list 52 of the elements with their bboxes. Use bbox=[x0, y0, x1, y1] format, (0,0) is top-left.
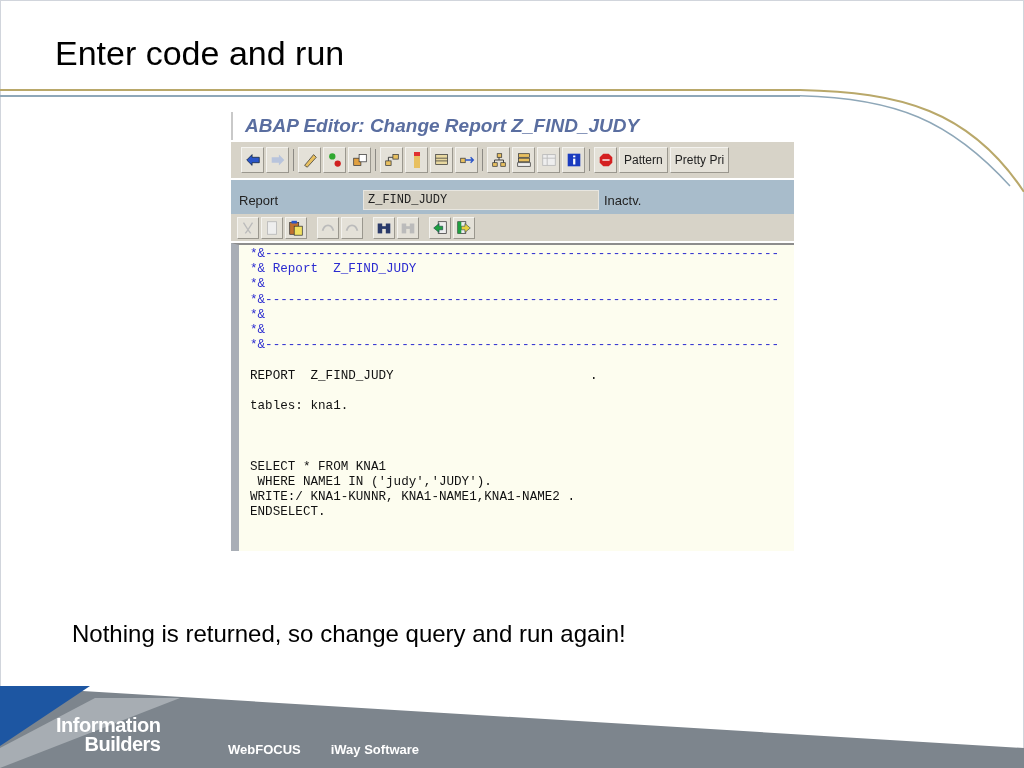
back-button[interactable] bbox=[241, 147, 264, 173]
product-name: iWay Software bbox=[330, 741, 420, 759]
code-line: SELECT * FROM KNA1 bbox=[250, 459, 388, 475]
paste-button[interactable] bbox=[285, 216, 307, 239]
upload-button[interactable] bbox=[429, 216, 451, 239]
stop-button[interactable] bbox=[594, 147, 617, 173]
pin-icon bbox=[413, 151, 420, 169]
caption-text: Nothing is returned, so change query and run again! bbox=[72, 619, 626, 649]
breakpoint-button[interactable] bbox=[405, 147, 428, 173]
copy-button[interactable] bbox=[261, 216, 283, 239]
check-button[interactable] bbox=[323, 147, 346, 173]
editor-title: ABAP Editor: Change Report Z_FIND_JUDY bbox=[245, 113, 640, 138]
comment-line: *& bbox=[250, 307, 267, 323]
code-line: WHERE NAME1 IN ('judy','JUDY'). bbox=[256, 474, 493, 490]
logo-text: Builders bbox=[84, 735, 161, 754]
clipboard-icon bbox=[287, 218, 305, 237]
code-line: tables: kna1. bbox=[250, 398, 350, 415]
comment-line: *& bbox=[250, 322, 267, 339]
tree-button[interactable] bbox=[487, 147, 510, 173]
windows-icon bbox=[350, 151, 369, 169]
comment-line: *&-------------------------------------------------------------------- bbox=[250, 247, 781, 263]
arrow-into-page-icon bbox=[431, 218, 449, 237]
hierarchy-icon bbox=[382, 151, 401, 169]
report-label: Report bbox=[238, 191, 280, 210]
page-with-arrow-icon bbox=[455, 218, 473, 237]
logo-text: Information bbox=[56, 716, 161, 735]
comment-line: *& Report Z_FIND_JUDY bbox=[250, 262, 418, 278]
code-line: ENDSELECT. bbox=[250, 505, 327, 521]
status-text: Inactv. bbox=[603, 191, 642, 210]
edit-button[interactable] bbox=[298, 147, 321, 173]
slide-title: Enter code and run bbox=[55, 33, 345, 74]
left-arrow-icon bbox=[243, 151, 262, 169]
hierarchy-button[interactable] bbox=[380, 147, 403, 173]
org-chart-icon bbox=[489, 151, 508, 169]
layout-button[interactable] bbox=[512, 147, 535, 173]
code-line: WRITE:/ KNA1-KUNNR, KNA1-NAME1,KNA1-NAME2 . bbox=[250, 490, 576, 506]
report-field[interactable]: Z_FIND_JUDY bbox=[363, 190, 599, 210]
comment-line: *&-------------------------------------------------------------------- bbox=[250, 338, 781, 354]
code-line: REPORT Z_FIND_JUDY . bbox=[250, 368, 599, 384]
download-button[interactable] bbox=[453, 216, 475, 239]
stack-icon bbox=[514, 151, 533, 169]
comment-line: *& bbox=[250, 277, 267, 293]
table-icon bbox=[539, 151, 558, 169]
toolbar-button[interactable]: Pretty Pri bbox=[669, 147, 730, 173]
info-button[interactable] bbox=[562, 147, 585, 173]
toolbar-button[interactable]: Pattern bbox=[619, 147, 668, 173]
comment-line: *&-------------------------------------------------------------------- bbox=[250, 292, 781, 308]
code-editor[interactable] bbox=[231, 243, 794, 551]
product-name: WebFOCUS bbox=[228, 741, 301, 759]
activate-button[interactable] bbox=[348, 147, 371, 173]
screen-button[interactable] bbox=[430, 147, 453, 173]
navigate-button[interactable] bbox=[455, 147, 478, 173]
